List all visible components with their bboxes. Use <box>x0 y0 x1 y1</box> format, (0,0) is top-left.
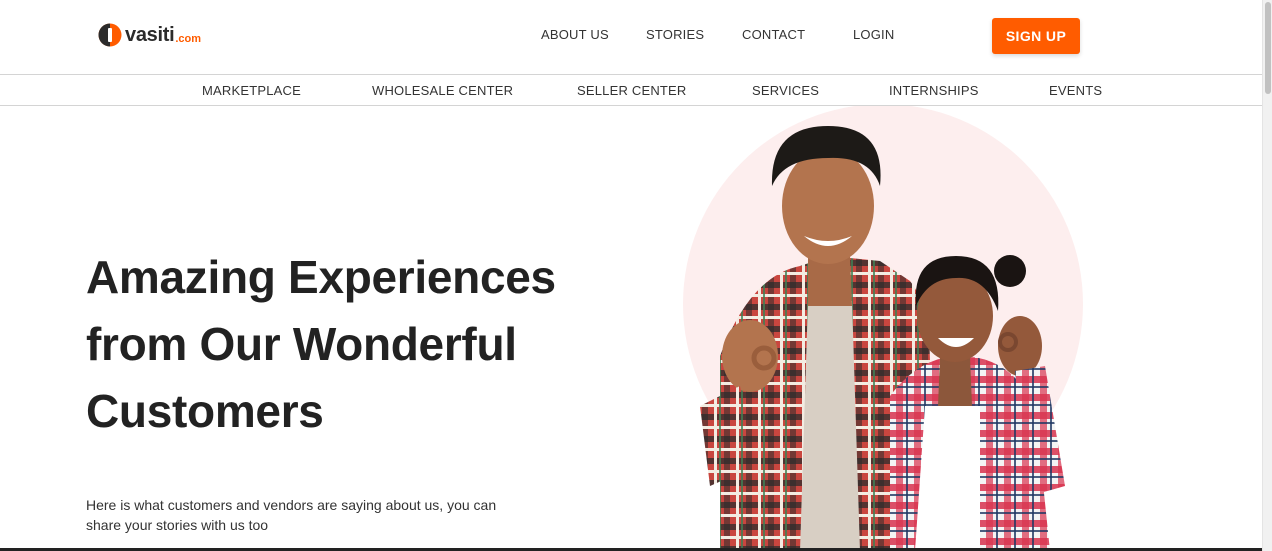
nav-login[interactable]: LOGIN <box>853 27 894 42</box>
top-header: vasiti .com ABOUT US STORIES CONTACT LOG… <box>0 0 1262 75</box>
nav-about-us[interactable]: ABOUT US <box>541 27 609 42</box>
signup-button[interactable]: SIGN UP <box>992 18 1080 54</box>
subnav-seller-center[interactable]: SELLER CENTER <box>577 83 687 98</box>
page-scrollbar[interactable] <box>1262 0 1272 551</box>
hero-title-line-1: Amazing Experiences <box>86 251 556 303</box>
subnav-marketplace[interactable]: MARKETPLACE <box>202 83 301 98</box>
subnav-wholesale-center[interactable]: WHOLESALE CENTER <box>372 83 513 98</box>
vasiti-logo-icon <box>98 23 122 47</box>
hero-image <box>680 106 1090 551</box>
brand-name: vasiti <box>125 23 175 46</box>
nav-contact[interactable]: CONTACT <box>742 27 805 42</box>
brand-logo[interactable]: vasiti .com <box>98 22 201 48</box>
scrollbar-thumb[interactable] <box>1265 2 1271 94</box>
brand-tld: .com <box>175 33 202 45</box>
hero-subtitle: Here is what customers and vendors are s… <box>86 497 497 533</box>
subnav-services[interactable]: SERVICES <box>752 83 819 98</box>
nav-stories[interactable]: STORIES <box>646 27 704 42</box>
sub-nav: MARKETPLACE WHOLESALE CENTER SELLER CENT… <box>0 75 1262 106</box>
subnav-internships[interactable]: INTERNSHIPS <box>889 83 979 98</box>
hero-title: Amazing Experiences from Our Wonderful C… <box>86 244 646 445</box>
hero-title-line-3: Customers <box>86 385 324 437</box>
hero-title-line-2: from Our Wonderful <box>86 318 517 370</box>
subnav-events[interactable]: EVENTS <box>1049 83 1102 98</box>
